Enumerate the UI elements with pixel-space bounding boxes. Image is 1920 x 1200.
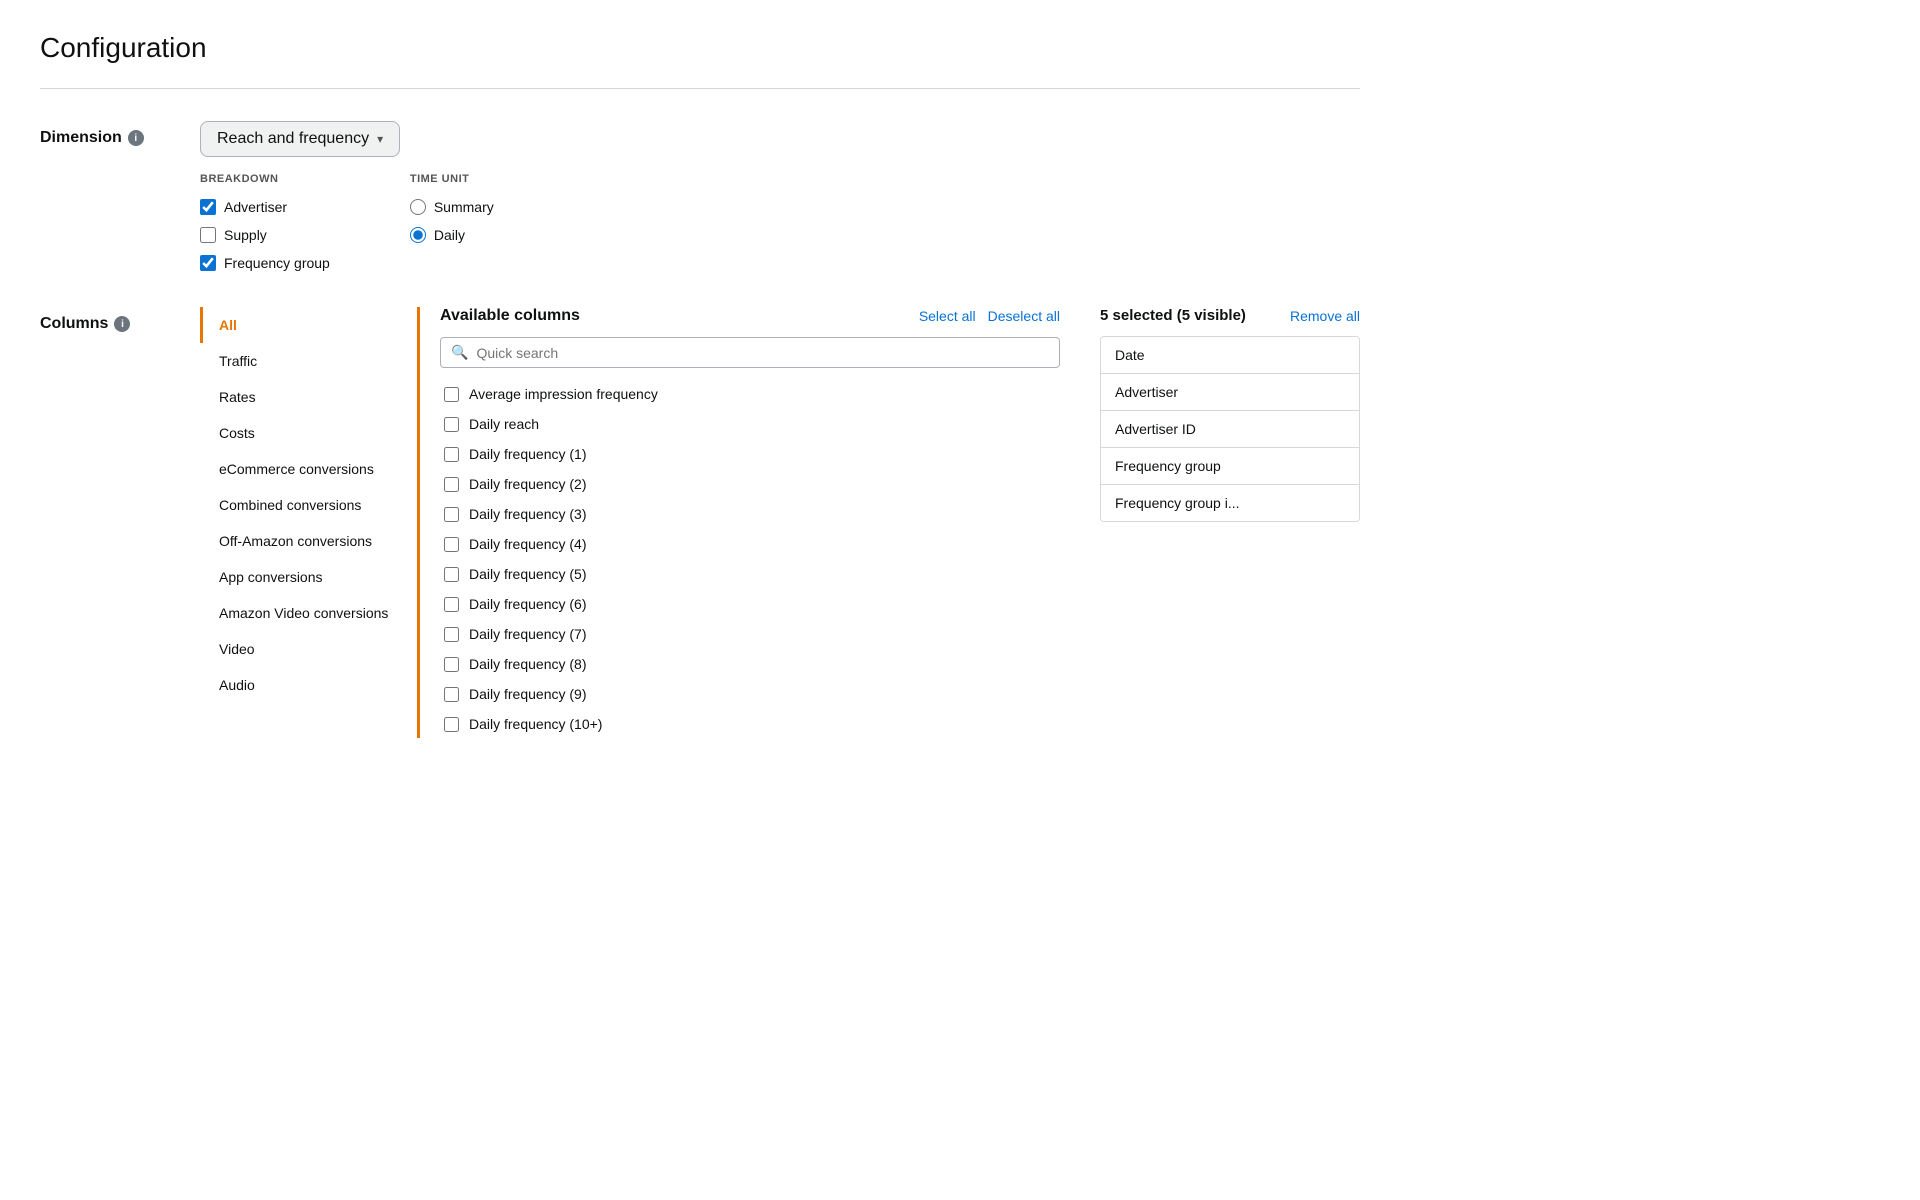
columns-info-icon[interactable]: i <box>114 316 130 332</box>
breakdown-section: BREAKDOWN Advertiser Supply Frequency gr… <box>200 173 330 275</box>
col-daily-reach-checkbox[interactable] <box>444 417 459 432</box>
section-divider <box>40 88 1360 89</box>
selected-columns-panel: 5 selected (5 visible) Remove all Date A… <box>1080 307 1360 738</box>
col-daily-freq-10plus[interactable]: Daily frequency (10+) <box>440 710 1060 738</box>
selected-frequency-group-i: Frequency group i... <box>1101 485 1359 521</box>
breakdown-supply-checkbox[interactable] <box>200 227 216 243</box>
time-unit-summary[interactable]: Summary <box>410 195 494 219</box>
category-rates[interactable]: Rates <box>200 379 417 415</box>
deselect-all-link[interactable]: Deselect all <box>988 308 1060 324</box>
col-daily-freq-10plus-checkbox[interactable] <box>444 717 459 732</box>
time-unit-daily[interactable]: Daily <box>410 223 494 247</box>
category-combined[interactable]: Combined conversions <box>200 487 417 523</box>
breakdown-advertiser-checkbox[interactable] <box>200 199 216 215</box>
breakdown-supply[interactable]: Supply <box>200 223 330 247</box>
search-icon: 🔍 <box>451 344 468 361</box>
column-search-box[interactable]: 🔍 <box>440 337 1060 368</box>
col-daily-freq-6[interactable]: Daily frequency (6) <box>440 590 1060 618</box>
columns-label: Columns i <box>40 307 200 333</box>
category-video[interactable]: Video <box>200 631 417 667</box>
selected-date: Date <box>1101 337 1359 374</box>
col-daily-freq-3-checkbox[interactable] <box>444 507 459 522</box>
column-search-input[interactable] <box>476 345 1049 361</box>
selected-advertiser: Advertiser <box>1101 374 1359 411</box>
category-app[interactable]: App conversions <box>200 559 417 595</box>
col-daily-freq-9[interactable]: Daily frequency (9) <box>440 680 1060 708</box>
selected-frequency-group: Frequency group <box>1101 448 1359 485</box>
col-daily-freq-8-checkbox[interactable] <box>444 657 459 672</box>
category-traffic[interactable]: Traffic <box>200 343 417 379</box>
available-columns-panel: Available columns Select all Deselect al… <box>420 307 1080 738</box>
selected-columns-header: 5 selected (5 visible) Remove all <box>1100 307 1360 324</box>
columns-content: All Traffic Rates Costs eCommerce conver… <box>200 307 1360 738</box>
breakdown-frequency-group[interactable]: Frequency group <box>200 251 330 275</box>
col-daily-freq-2-checkbox[interactable] <box>444 477 459 492</box>
col-daily-freq-8[interactable]: Daily frequency (8) <box>440 650 1060 678</box>
breakdown-frequency-group-checkbox[interactable] <box>200 255 216 271</box>
dimension-section: Dimension i Reach and frequency ▾ BREAKD… <box>40 121 1360 275</box>
select-all-link[interactable]: Select all <box>919 308 976 324</box>
col-daily-freq-3[interactable]: Daily frequency (3) <box>440 500 1060 528</box>
dimension-label: Dimension i <box>40 121 200 147</box>
col-daily-freq-5-checkbox[interactable] <box>444 567 459 582</box>
category-off-amazon[interactable]: Off-Amazon conversions <box>200 523 417 559</box>
col-daily-freq-7-checkbox[interactable] <box>444 627 459 642</box>
col-daily-freq-2[interactable]: Daily frequency (2) <box>440 470 1060 498</box>
selected-columns-list: Date Advertiser Advertiser ID Frequency … <box>1100 336 1360 522</box>
col-daily-freq-9-checkbox[interactable] <box>444 687 459 702</box>
category-ecommerce[interactable]: eCommerce conversions <box>200 451 417 487</box>
category-amazon-video[interactable]: Amazon Video conversions <box>200 595 417 631</box>
col-avg-impression-freq-checkbox[interactable] <box>444 387 459 402</box>
selected-columns-title: 5 selected (5 visible) <box>1100 307 1246 324</box>
category-audio[interactable]: Audio <box>200 667 417 703</box>
dimension-controls: Reach and frequency ▾ BREAKDOWN Advertis… <box>200 121 494 275</box>
remove-all-link[interactable]: Remove all <box>1290 308 1360 324</box>
col-avg-impression-freq[interactable]: Average impression frequency <box>440 380 1060 408</box>
col-daily-freq-1[interactable]: Daily frequency (1) <box>440 440 1060 468</box>
available-columns-title: Available columns <box>440 307 580 325</box>
col-daily-freq-4-checkbox[interactable] <box>444 537 459 552</box>
chevron-down-icon: ▾ <box>377 132 383 146</box>
time-unit-section: TIME UNIT Summary Daily <box>410 173 494 275</box>
column-categories-list: All Traffic Rates Costs eCommerce conver… <box>200 307 420 738</box>
dimension-info-icon[interactable]: i <box>128 130 144 146</box>
page-title: Configuration <box>40 32 1360 64</box>
category-all[interactable]: All <box>200 307 417 343</box>
column-link-actions: Select all Deselect all <box>919 308 1060 324</box>
dimension-dropdown[interactable]: Reach and frequency ▾ <box>200 121 400 157</box>
available-columns-header: Available columns Select all Deselect al… <box>440 307 1060 325</box>
time-unit-summary-radio[interactable] <box>410 199 426 215</box>
col-daily-freq-4[interactable]: Daily frequency (4) <box>440 530 1060 558</box>
time-unit-daily-radio[interactable] <box>410 227 426 243</box>
col-daily-freq-6-checkbox[interactable] <box>444 597 459 612</box>
col-daily-reach[interactable]: Daily reach <box>440 410 1060 438</box>
col-daily-freq-1-checkbox[interactable] <box>444 447 459 462</box>
breakdown-time-container: BREAKDOWN Advertiser Supply Frequency gr… <box>200 173 494 275</box>
category-costs[interactable]: Costs <box>200 415 417 451</box>
col-daily-freq-5[interactable]: Daily frequency (5) <box>440 560 1060 588</box>
selected-advertiser-id: Advertiser ID <box>1101 411 1359 448</box>
available-column-list: Average impression frequency Daily reach… <box>440 380 1060 738</box>
columns-section: Columns i All Traffic Rates Costs eComme… <box>40 307 1360 738</box>
breakdown-advertiser[interactable]: Advertiser <box>200 195 330 219</box>
col-daily-freq-7[interactable]: Daily frequency (7) <box>440 620 1060 648</box>
